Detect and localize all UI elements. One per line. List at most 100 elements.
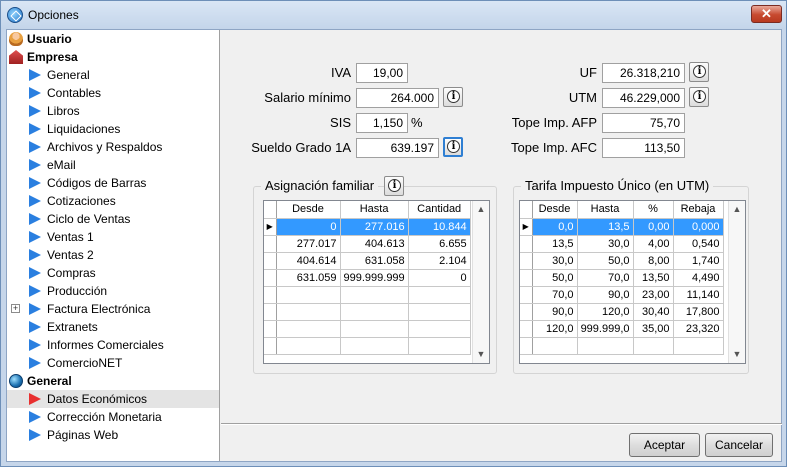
title-bar[interactable]: Opciones ✕: [1, 1, 786, 29]
scroll-down-icon[interactable]: ▼: [729, 346, 745, 363]
table-cell[interactable]: [276, 337, 341, 355]
table-cell[interactable]: 70,0: [577, 269, 634, 287]
table-cell[interactable]: 13,50: [633, 269, 674, 287]
close-button[interactable]: ✕: [751, 5, 782, 23]
table-row[interactable]: [264, 286, 471, 304]
tree-item-libros[interactable]: Libros: [7, 102, 219, 120]
row-indicator-icon[interactable]: ▶: [264, 218, 277, 236]
salario-info-button[interactable]: i: [443, 87, 463, 107]
table-cell[interactable]: 4,00: [633, 235, 674, 253]
table-cell[interactable]: 999.999,0: [577, 320, 634, 338]
table-cell[interactable]: [673, 337, 724, 355]
column-header[interactable]: Hasta: [577, 201, 634, 219]
table-cell[interactable]: 11,140: [673, 286, 724, 304]
table-row[interactable]: [264, 320, 471, 338]
column-header[interactable]: Desde: [532, 201, 578, 219]
row-indicator[interactable]: [264, 337, 277, 355]
table-cell[interactable]: [408, 303, 471, 321]
row-indicator[interactable]: [264, 286, 277, 304]
row-indicator[interactable]: [264, 235, 277, 253]
row-indicator[interactable]: [264, 252, 277, 270]
asignacion-grid[interactable]: Desde Hasta Cantidad ▶ 0 277.016 10.844 277.017…: [263, 200, 490, 364]
tree-item-correccion-monetaria[interactable]: Corrección Monetaria: [7, 408, 219, 426]
table-cell[interactable]: 0,0: [532, 218, 578, 236]
tree-item-factura-electronica[interactable]: + Factura Electrónica: [7, 300, 219, 318]
table-cell[interactable]: 90,0: [577, 286, 634, 304]
table-cell[interactable]: 2.104: [408, 252, 471, 270]
tree-item-paginas-web[interactable]: Páginas Web: [7, 426, 219, 444]
tope-afp-field[interactable]: 75,70: [602, 113, 685, 133]
tree-item-comercionet[interactable]: ComercioNET: [7, 354, 219, 372]
table-cell[interactable]: 23,320: [673, 320, 724, 338]
tree-item-ciclo-de-ventas[interactable]: Ciclo de Ventas: [7, 210, 219, 228]
table-cell[interactable]: [340, 303, 409, 321]
salario-minimo-field[interactable]: 264.000: [356, 88, 439, 108]
table-cell[interactable]: 90,0: [532, 303, 578, 321]
tree-item-ventas-2[interactable]: Ventas 2: [7, 246, 219, 264]
table-row[interactable]: ▶ 0 277.016 10.844: [264, 218, 471, 236]
row-indicator[interactable]: [520, 269, 533, 287]
table-cell[interactable]: 30,40: [633, 303, 674, 321]
row-indicator[interactable]: [264, 320, 277, 338]
table-cell[interactable]: 8,00: [633, 252, 674, 270]
table-row[interactable]: ▶ 0,0 13,5 0,00 0,000: [520, 218, 724, 236]
table-cell[interactable]: [408, 286, 471, 304]
scroll-up-icon[interactable]: ▲: [473, 201, 489, 218]
table-row[interactable]: 30,0 50,0 8,00 1,740: [520, 252, 724, 270]
table-cell[interactable]: 30,0: [577, 235, 634, 253]
row-indicator[interactable]: [264, 269, 277, 287]
table-cell[interactable]: 17,800: [673, 303, 724, 321]
tree-item-compras[interactable]: Compras: [7, 264, 219, 282]
table-cell[interactable]: 30,0: [532, 252, 578, 270]
table-row[interactable]: 13,5 30,0 4,00 0,540: [520, 235, 724, 253]
scroll-up-icon[interactable]: ▲: [729, 201, 745, 218]
tree-item-ventas-1[interactable]: Ventas 1: [7, 228, 219, 246]
table-row[interactable]: 70,0 90,0 23,00 11,140: [520, 286, 724, 304]
table-row[interactable]: [264, 303, 471, 321]
table-row[interactable]: 90,0 120,0 30,40 17,800: [520, 303, 724, 321]
accept-button[interactable]: Aceptar: [629, 433, 700, 457]
table-cell[interactable]: 120,0: [532, 320, 578, 338]
table-cell[interactable]: 277.016: [340, 218, 409, 236]
column-header[interactable]: Rebaja: [673, 201, 724, 219]
row-indicator[interactable]: [520, 286, 533, 304]
table-cell[interactable]: [408, 320, 471, 338]
table-cell[interactable]: 631.059: [276, 269, 341, 287]
table-cell[interactable]: 4,490: [673, 269, 724, 287]
table-cell[interactable]: [276, 320, 341, 338]
expand-icon[interactable]: +: [11, 304, 20, 313]
tarifa-grid[interactable]: Desde Hasta% Rebaja ▶ 0,0 13,5 0,00 0,000 13,5 30…: [519, 200, 746, 364]
tree-item-informes-comerciales[interactable]: Informes Comerciales: [7, 336, 219, 354]
row-indicator-icon[interactable]: ▶: [520, 218, 533, 236]
sueldo-info-button[interactable]: i: [443, 137, 463, 157]
column-header[interactable]: Cantidad: [408, 201, 471, 219]
table-cell[interactable]: 0: [408, 269, 471, 287]
column-header[interactable]: Hasta: [340, 201, 409, 219]
tree-item-archivos-y-respaldos[interactable]: Archivos y Respaldos: [7, 138, 219, 156]
column-header[interactable]: %: [633, 201, 674, 219]
tree-item-cotizaciones[interactable]: Cotizaciones: [7, 192, 219, 210]
table-row[interactable]: [520, 337, 724, 355]
table-cell[interactable]: 0: [276, 218, 341, 236]
table-cell[interactable]: [276, 286, 341, 304]
tree-group-empresa[interactable]: Empresa: [7, 48, 219, 66]
row-indicator[interactable]: [520, 337, 533, 355]
table-cell[interactable]: 10.844: [408, 218, 471, 236]
table-cell[interactable]: [340, 320, 409, 338]
tree-group-usuario[interactable]: Usuario: [7, 30, 219, 48]
row-indicator[interactable]: [520, 303, 533, 321]
table-cell[interactable]: 0,000: [673, 218, 724, 236]
column-header[interactable]: Desde: [276, 201, 341, 219]
row-indicator[interactable]: [520, 235, 533, 253]
asignacion-scrollbar[interactable]: ▲ ▼: [472, 201, 489, 363]
table-row[interactable]: 120,0 999.999,0 35,00 23,320: [520, 320, 724, 338]
table-cell[interactable]: 70,0: [532, 286, 578, 304]
cancel-button[interactable]: Cancelar: [705, 433, 773, 457]
table-row[interactable]: [264, 337, 471, 355]
utm-field[interactable]: 46.229,000: [602, 88, 685, 108]
table-cell[interactable]: 1,740: [673, 252, 724, 270]
table-cell[interactable]: [408, 337, 471, 355]
tarifa-scrollbar[interactable]: ▲ ▼: [728, 201, 745, 363]
table-cell[interactable]: [340, 337, 409, 355]
tree-item-general[interactable]: General: [7, 66, 219, 84]
